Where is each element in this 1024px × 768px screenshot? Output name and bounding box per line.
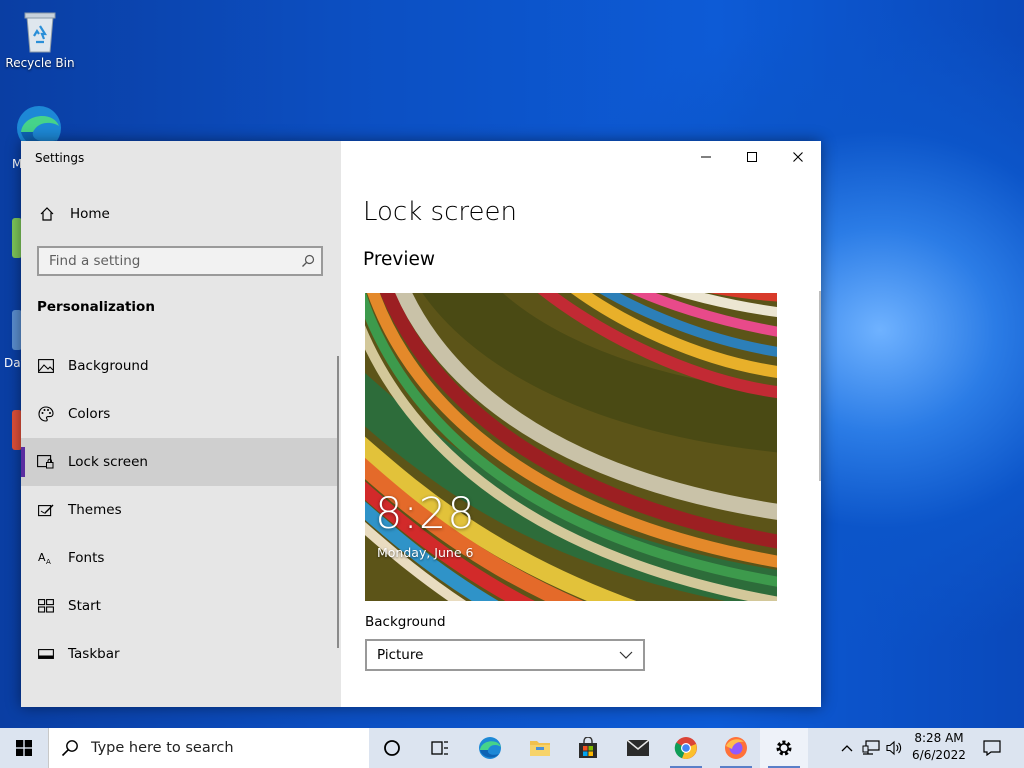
task-view-icon xyxy=(431,741,448,755)
sidebar-scrollbar[interactable] xyxy=(337,356,339,648)
search-input[interactable] xyxy=(39,248,309,274)
lock-screen-time: 8:28 xyxy=(375,489,476,539)
taskbar-clock[interactable]: 8:28 AM 6/6/2022 xyxy=(908,730,970,764)
windows-logo-icon xyxy=(16,740,32,756)
taskbar-store[interactable] xyxy=(564,728,612,768)
search-icon[interactable] xyxy=(301,254,315,268)
volume-tray-button[interactable] xyxy=(884,728,906,768)
taskbar-edge[interactable] xyxy=(466,728,514,768)
clock-time: 8:28 AM xyxy=(914,731,964,745)
sidebar-item-home[interactable]: Home xyxy=(21,190,339,238)
sidebar-item-label: Start xyxy=(68,598,101,614)
clock-date: 6/6/2022 xyxy=(912,748,966,762)
show-hidden-icons-button[interactable] xyxy=(836,728,858,768)
taskbar-mail[interactable] xyxy=(614,728,662,768)
taskbar-search-box[interactable] xyxy=(48,728,369,768)
sidebar-item-label: Themes xyxy=(68,502,122,518)
taskbar-icon xyxy=(37,646,54,663)
taskbar-chrome[interactable] xyxy=(662,728,710,768)
sidebar-item-lock-screen[interactable]: Lock screen xyxy=(21,438,339,486)
background-dropdown-value: Picture xyxy=(377,647,424,663)
recycle-bin-icon xyxy=(24,12,56,53)
mail-icon xyxy=(626,739,650,756)
sidebar-item-label: Fonts xyxy=(68,550,105,566)
sidebar-item-start[interactable]: Start xyxy=(21,582,339,630)
chevron-down-icon xyxy=(619,651,633,659)
background-label: Background xyxy=(365,614,446,630)
taskbar: 8:28 AM 6/6/2022 xyxy=(0,728,1024,768)
sidebar-item-label: Taskbar xyxy=(68,646,120,662)
close-button[interactable] xyxy=(775,141,821,173)
network-tray-button[interactable] xyxy=(860,728,882,768)
speaker-icon xyxy=(886,740,902,756)
cortana-button[interactable] xyxy=(368,728,416,768)
gear-icon xyxy=(776,740,792,756)
sidebar-item-label: Home xyxy=(70,206,110,222)
chrome-icon xyxy=(674,737,697,759)
sidebar-item-themes[interactable]: Themes xyxy=(21,486,339,534)
fonts-icon: AA xyxy=(37,550,54,567)
desktop-icon-recycle-bin[interactable]: Recycle Bin xyxy=(2,8,78,70)
sidebar-item-taskbar[interactable]: Taskbar xyxy=(21,630,339,678)
sidebar-item-background[interactable]: Background xyxy=(21,342,339,390)
page-title: Lock screen xyxy=(363,197,517,227)
svg-text:A: A xyxy=(46,558,51,565)
settings-content: Lock screen Preview 8:28 Monday, June 6 … xyxy=(341,141,821,707)
minimize-button[interactable] xyxy=(683,141,729,173)
sidebar-item-fonts[interactable]: AA Fonts xyxy=(21,534,339,582)
store-icon xyxy=(579,737,597,758)
notification-icon xyxy=(983,740,1001,756)
task-view-button[interactable] xyxy=(416,728,464,768)
settings-window: Settings Home Personalization Background… xyxy=(21,141,821,707)
lock-screen-preview: 8:28 Monday, June 6 xyxy=(365,293,777,601)
preview-heading: Preview xyxy=(363,249,436,270)
taskbar-firefox[interactable] xyxy=(712,728,760,768)
edge-icon xyxy=(479,737,501,759)
firefox-icon xyxy=(725,737,747,759)
settings-sidebar: Settings Home Personalization Background… xyxy=(21,141,341,707)
taskbar-file-explorer[interactable] xyxy=(516,728,564,768)
maximize-button[interactable] xyxy=(729,141,775,173)
themes-icon xyxy=(37,502,54,519)
lock-screen-icon xyxy=(37,454,54,471)
sidebar-item-label: Background xyxy=(68,358,149,374)
desktop-icon-label: Recycle Bin xyxy=(5,56,75,70)
chevron-up-icon xyxy=(841,745,853,752)
sidebar-item-label: Colors xyxy=(68,406,111,422)
lock-screen-date: Monday, June 6 xyxy=(377,545,474,560)
sidebar-item-label: Lock screen xyxy=(68,454,148,470)
home-icon xyxy=(38,206,55,223)
taskbar-settings[interactable] xyxy=(760,728,808,768)
search-icon xyxy=(61,740,78,757)
minimize-icon xyxy=(701,156,711,158)
action-center-button[interactable] xyxy=(972,728,1012,768)
palette-icon xyxy=(37,406,54,423)
start-button[interactable] xyxy=(0,728,48,768)
svg-text:A: A xyxy=(38,551,46,564)
cortana-icon xyxy=(384,740,400,756)
background-dropdown[interactable]: Picture xyxy=(365,639,645,671)
network-icon xyxy=(862,740,880,755)
maximize-icon xyxy=(747,152,757,162)
section-title: Personalization xyxy=(37,299,155,315)
start-layout-icon xyxy=(37,598,54,615)
find-setting-search[interactable] xyxy=(37,246,323,276)
taskbar-search-input[interactable] xyxy=(89,739,363,757)
picture-icon xyxy=(37,358,54,375)
close-icon xyxy=(793,152,803,162)
folder-icon xyxy=(530,741,550,756)
window-title: Settings xyxy=(35,151,85,165)
sidebar-item-colors[interactable]: Colors xyxy=(21,390,339,438)
content-scrollbar[interactable] xyxy=(819,291,821,481)
